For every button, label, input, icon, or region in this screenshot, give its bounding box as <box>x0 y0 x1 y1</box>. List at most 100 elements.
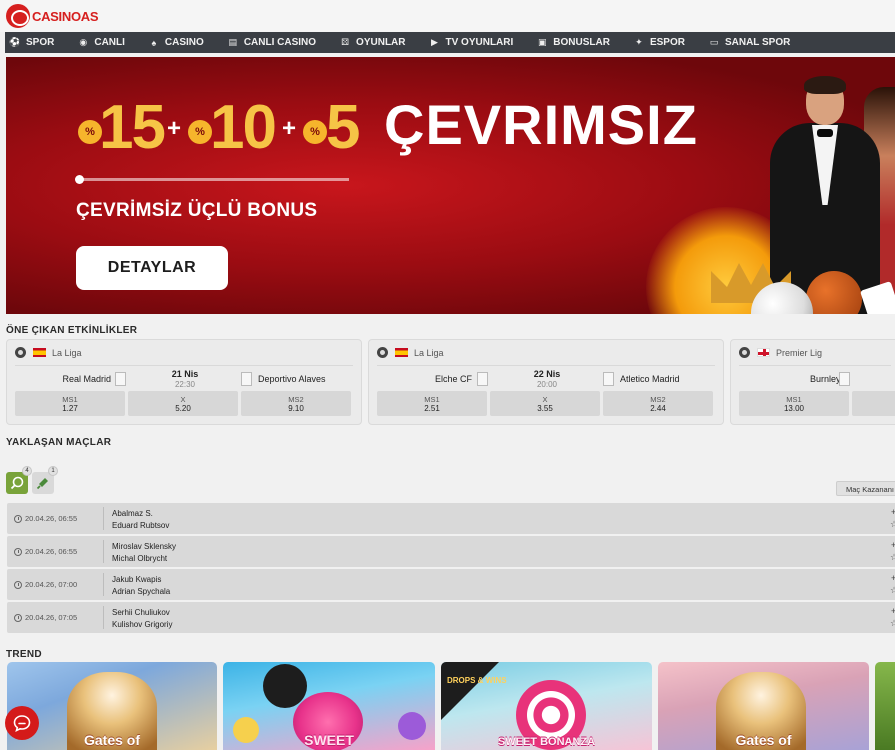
nav-item-canli[interactable]: ◉ CANLI <box>78 37 125 48</box>
nav-item-oyunlar[interactable]: ⚄ OYUNLAR <box>340 37 405 48</box>
match-row[interactable]: 20.04.26, 06:55 Abalmaz S. Eduard Rubtso… <box>7 503 895 534</box>
odd-button-x[interactable]: X 5.20 <box>128 391 238 416</box>
odd-button-ms1[interactable]: MS1 13.00 <box>739 391 849 416</box>
divider <box>103 573 104 596</box>
match-row[interactable]: 20.04.26, 07:00 Jakub Kwapis Adrian Spyc… <box>7 569 895 600</box>
drops-wins-text: DROPS & WINS <box>447 676 507 685</box>
live-chat-button[interactable] <box>5 706 39 740</box>
more-markets-button[interactable]: + <box>891 540 895 550</box>
nav-item-casino[interactable]: ♠ CASINO <box>149 37 204 48</box>
banner-plus: + <box>167 115 182 142</box>
player-1: Serhii Chuliukov <box>112 608 170 617</box>
banner-number-15: 15 <box>99 93 166 162</box>
promo-banner[interactable]: % 15 + % 10 + % 5 ÇEVRIMSIZ ÇEVRİMSİZ ÜÇ… <box>6 57 895 314</box>
trend-section-title: TREND <box>6 649 42 660</box>
game-tile-gates-of-olympus[interactable]: Gates of <box>7 662 217 750</box>
odd-button-x[interactable] <box>852 391 895 416</box>
tab-count-badge: 1 <box>48 466 58 476</box>
favorite-star-icon[interactable]: ☆ <box>890 585 895 596</box>
odd-button-ms1[interactable]: MS1 2.51 <box>377 391 487 416</box>
drops-wins-badge <box>263 664 307 708</box>
divider <box>103 540 104 563</box>
banner-number-5: 5 <box>326 93 361 162</box>
banner-number-10: 10 <box>210 93 277 162</box>
favorite-star-icon[interactable]: ☆ <box>890 552 895 563</box>
soccer-ball-icon <box>739 347 750 358</box>
nav-item-tv-oyunlari[interactable]: ▶ TV OYUNLARI <box>430 37 513 48</box>
more-markets-button[interactable]: + <box>891 507 895 517</box>
percent-badge-icon: % <box>188 120 212 144</box>
nav-item-spor[interactable]: ⚽ SPOR <box>9 37 54 48</box>
banner-slider-dot[interactable] <box>75 175 84 184</box>
clock-icon <box>14 514 22 523</box>
odds-row: MS1 13.00 <box>739 391 895 416</box>
banner-plus: + <box>282 115 297 142</box>
divider <box>15 365 353 366</box>
game-tile-gates-of-olympus-1000[interactable]: Gates of <box>658 662 869 750</box>
home-team: Burnley <box>810 374 841 384</box>
spain-flag-icon <box>395 348 408 357</box>
event-league: Premier Lig <box>739 347 822 358</box>
table-tennis-icon <box>10 476 24 490</box>
home-team-logo <box>115 372 126 386</box>
tab-badminton[interactable]: 1 <box>32 466 58 494</box>
dice-icon: ⚄ <box>341 37 349 47</box>
badminton-icon <box>36 478 48 490</box>
odds-row: MS1 1.27 X 5.20 MS2 9.10 <box>15 391 351 416</box>
more-markets-button[interactable]: + <box>891 573 895 583</box>
game-tile-sweet-bonanza-1000[interactable]: DROPS & WINS SWEET BONANZA <box>441 662 652 750</box>
game-tile-big-bass[interactable] <box>875 662 895 750</box>
more-markets-button[interactable]: + <box>891 606 895 616</box>
banner-slider-track <box>79 178 349 181</box>
vr-icon: ▭ <box>709 37 719 47</box>
match-row[interactable]: 20.04.26, 06:55 Miroslav Sklensky Michal… <box>7 536 895 567</box>
match-row[interactable]: 20.04.26, 07:05 Serhii Chuliukov Kulisho… <box>7 602 895 633</box>
away-team-logo <box>603 372 614 386</box>
event-date: 21 Nis <box>171 369 199 379</box>
details-button[interactable]: DETAYLAR <box>76 246 228 290</box>
home-team: Real Madrid <box>62 374 111 384</box>
logo-emblem-icon <box>6 4 30 28</box>
nav-item-sanal-spor[interactable]: ▭ SANAL SPOR <box>709 37 791 48</box>
market-dropdown[interactable]: Maç Kazananı ˅ <box>836 481 895 496</box>
featured-event-card[interactable]: La Liga Elche CF 22 Nis 20:00 Atletico M… <box>368 339 724 425</box>
chat-bubble-icon <box>13 715 31 732</box>
main-navigation: ⚽ SPOR ◉ CANLI ♠ CASINO ▤ CANLI CASINO ⚄ OYUN… <box>5 32 895 53</box>
favorite-star-icon[interactable]: ☆ <box>890 618 895 629</box>
nav-item-canli-casino[interactable]: ▤ CANLI CASINO <box>228 37 317 48</box>
game-tile-sweet-bonanza[interactable]: SWEET <box>223 662 435 750</box>
brand-logo[interactable]: CASINOAS <box>6 3 99 29</box>
nav-item-bonuslar[interactable]: ▣ BONUSLAR <box>537 37 610 48</box>
player-2: Kulishov Grigoriy <box>112 620 173 629</box>
gamepad-icon: ✦ <box>635 37 643 47</box>
upcoming-section-title: YAKLAŞAN MAÇLAR <box>6 437 112 448</box>
game-title: Gates of <box>735 732 792 748</box>
chips-icon: ♠ <box>151 37 157 48</box>
favorite-star-icon[interactable]: ☆ <box>890 519 895 530</box>
featured-event-card[interactable]: La Liga Real Madrid 21 Nis 22:30 Deporti… <box>6 339 362 425</box>
cards-icon: ▤ <box>228 37 238 47</box>
player-2: Eduard Rubtsov <box>112 521 170 530</box>
odd-button-ms2[interactable]: MS2 2.44 <box>603 391 713 416</box>
england-flag-icon <box>757 348 770 357</box>
top-header: CASINOAS <box>0 0 895 32</box>
tab-table-tennis[interactable]: 4 <box>6 466 32 494</box>
soccer-ball-icon <box>15 347 26 358</box>
clock-icon <box>14 547 22 556</box>
divider <box>103 507 104 530</box>
clock-icon <box>14 580 22 589</box>
odd-button-x[interactable]: X 3.55 <box>490 391 600 416</box>
divider <box>377 365 715 366</box>
home-team-logo <box>839 372 850 386</box>
clock-icon <box>14 613 22 622</box>
odd-button-ms1[interactable]: MS1 1.27 <box>15 391 125 416</box>
featured-event-card[interactable]: Premier Lig Burnley MS1 13.00 <box>730 339 895 425</box>
brand-name: CASINOAS <box>32 8 99 24</box>
nav-item-espor[interactable]: ✦ ESPOR <box>634 37 685 48</box>
away-team-logo <box>241 372 252 386</box>
divider <box>103 606 104 629</box>
match-time: 20.04.26, 06:55 <box>14 514 77 523</box>
odd-button-ms2[interactable]: MS2 9.10 <box>241 391 351 416</box>
game-title: Gates of <box>83 732 140 748</box>
player-2: Adrian Spychala <box>112 587 171 596</box>
